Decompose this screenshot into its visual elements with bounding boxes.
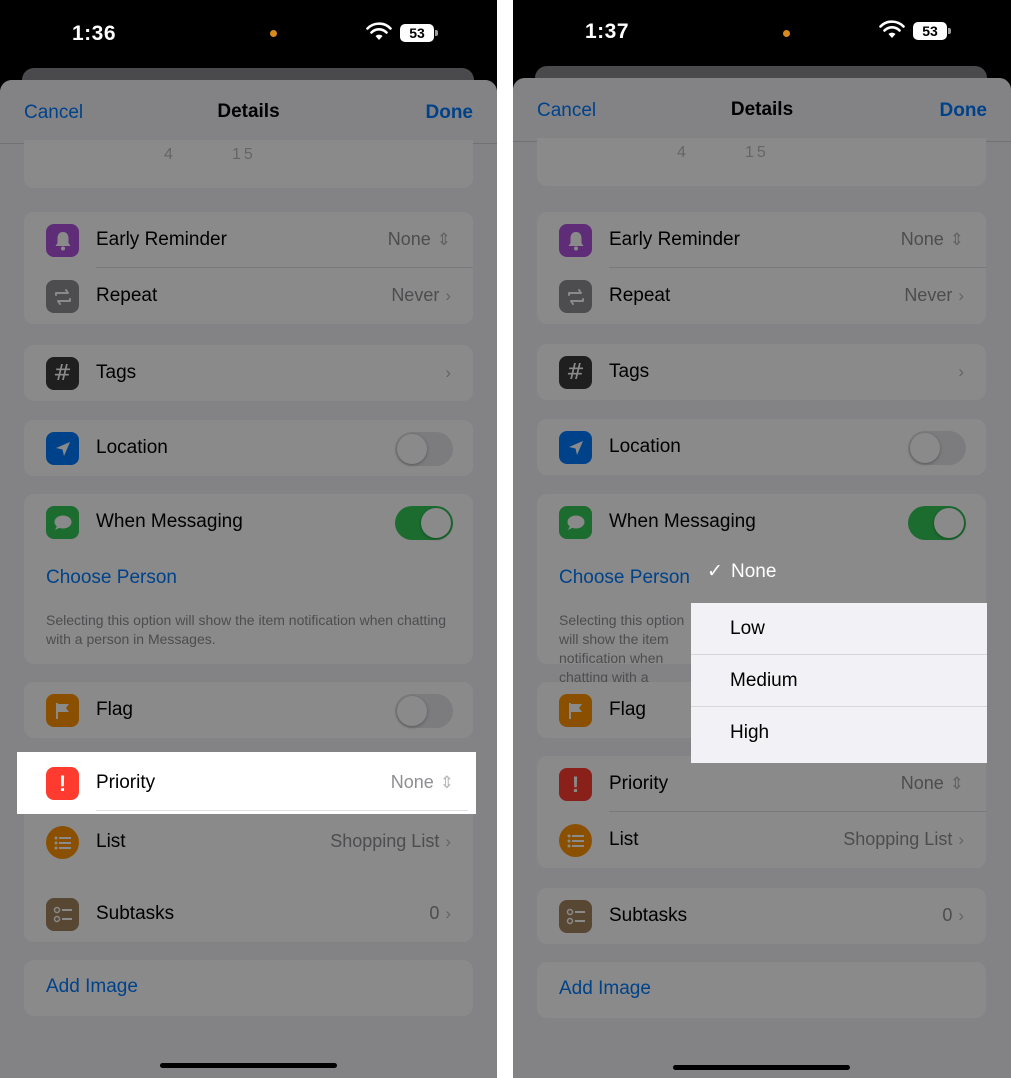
- status-bar: 1:36 53: [0, 0, 497, 70]
- divider: [96, 810, 468, 811]
- battery-icon: 53: [400, 24, 438, 42]
- status-bar: 1:37 53: [513, 0, 1011, 70]
- priority-option-none[interactable]: ✓ None: [691, 548, 981, 600]
- priority-option-medium[interactable]: Medium: [691, 655, 987, 707]
- checkmark-icon: ✓: [707, 561, 723, 582]
- priority-options-list: Low Medium High: [691, 603, 987, 763]
- privacy-indicator-dot: [783, 30, 790, 37]
- right-phone-screen: 1:37 53 Cancel Details Done 4 15 Early R…: [513, 0, 1011, 1078]
- details-sheet: Cancel Details Done 4 15 Early Reminder …: [0, 80, 497, 1078]
- home-indicator: [160, 1063, 337, 1068]
- priority-option-label: High: [730, 722, 770, 743]
- priority-label: Priority: [96, 772, 156, 793]
- priority-row[interactable]: ! Priority None ⇕: [24, 755, 476, 811]
- status-time: 1:36: [72, 22, 117, 45]
- left-phone-screen: 1:36 53 Cancel Details Done 4 15 Early R…: [0, 0, 497, 1078]
- wifi-icon: [366, 22, 392, 40]
- priority-option-low[interactable]: Low: [691, 603, 987, 655]
- priority-value-text: None: [390, 772, 434, 792]
- privacy-indicator-dot: [270, 30, 277, 37]
- battery-icon: 53: [913, 22, 951, 40]
- priority-option-label: Medium: [730, 670, 798, 691]
- priority-option-none-label: None: [731, 561, 777, 582]
- priority-row-highlighted[interactable]: ! Priority None ⇕: [17, 752, 476, 814]
- priority-option-high[interactable]: High: [691, 707, 987, 759]
- wifi-icon: [879, 20, 905, 38]
- priority-value[interactable]: None ⇕: [391, 772, 454, 793]
- dim-overlay: [0, 80, 497, 1078]
- home-indicator: [673, 1065, 850, 1070]
- priority-option-label: Low: [730, 618, 765, 639]
- status-time: 1:37: [585, 20, 630, 43]
- exclamation-icon: !: [46, 767, 79, 800]
- chevron-updown-icon: ⇕: [439, 773, 454, 792]
